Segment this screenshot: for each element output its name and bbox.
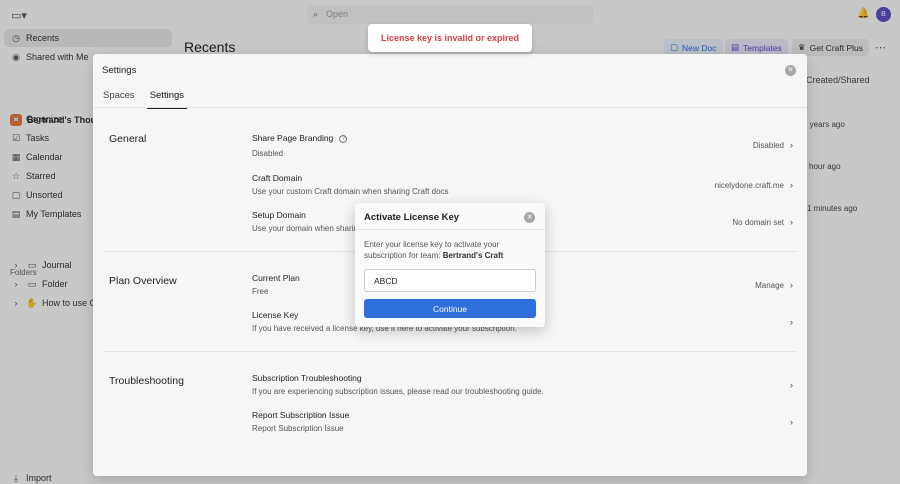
setting-share-branding[interactable]: Share Page Branding? Disabled Disabled › [252, 133, 793, 158]
chevron-right-icon: › [790, 180, 793, 190]
setting-value[interactable]: Manage › [755, 280, 793, 290]
chevron-right-icon: › [790, 317, 793, 327]
setting-value[interactable]: › [784, 380, 793, 390]
setting-value[interactable]: › [784, 317, 793, 327]
setting-subscription-troubleshooting[interactable]: Subscription Troubleshooting If you are … [252, 373, 793, 396]
continue-button[interactable]: Continue [364, 299, 536, 318]
tabs-divider [93, 107, 807, 108]
section-general-heading: General [109, 133, 147, 145]
settings-title: Settings [102, 65, 137, 76]
setting-value[interactable]: Disabled › [753, 140, 793, 150]
setting-title: Share Page Branding [252, 133, 334, 143]
setting-report-issue[interactable]: Report Subscription Issue Report Subscri… [252, 410, 793, 433]
activate-license-dialog: Activate License Key ✕ Enter your licens… [355, 203, 545, 327]
section-troubleshooting-heading: Troubleshooting [109, 375, 184, 387]
dialog-title: Activate License Key [364, 212, 460, 223]
chevron-right-icon: › [790, 417, 793, 427]
setting-desc: Report Subscription Issue [252, 424, 344, 433]
dialog-description: Enter your license key to activate your … [364, 239, 534, 261]
chevron-right-icon: › [790, 380, 793, 390]
error-toast: License key is invalid or expired [368, 24, 532, 52]
help-icon[interactable]: ? [339, 134, 348, 143]
section-plan-heading: Plan Overview [109, 275, 177, 287]
setting-value[interactable]: › [784, 417, 793, 427]
setting-title: Report Subscription Issue [252, 410, 350, 420]
team-name: Bertrand's Craft [442, 251, 504, 260]
setting-title: Subscription Troubleshooting [252, 373, 362, 383]
setting-desc: Use your custom Craft domain when sharin… [252, 187, 449, 196]
setting-title: Craft Domain [252, 173, 303, 183]
chevron-right-icon: › [790, 280, 793, 290]
setting-desc: Disabled [252, 149, 284, 158]
value-label: No domain set [732, 217, 784, 227]
close-icon[interactable]: ✕ [785, 65, 796, 76]
manage-label: Manage [755, 280, 784, 290]
chevron-right-icon: › [790, 217, 793, 227]
value-label: nicelydone.craft.me [714, 180, 784, 190]
setting-craft-domain[interactable]: Craft Domain Use your custom Craft domai… [252, 173, 793, 196]
section-divider [103, 351, 797, 352]
setting-value[interactable]: No domain set › [732, 217, 793, 227]
license-key-input[interactable] [364, 269, 536, 292]
setting-desc: If you are experiencing subscription iss… [252, 387, 544, 396]
dialog-divider [355, 229, 545, 230]
setting-value[interactable]: nicelydone.craft.me › [715, 180, 793, 190]
close-icon[interactable]: ✕ [524, 212, 535, 223]
value-label: Disabled [752, 140, 784, 150]
chevron-right-icon: › [790, 140, 793, 150]
